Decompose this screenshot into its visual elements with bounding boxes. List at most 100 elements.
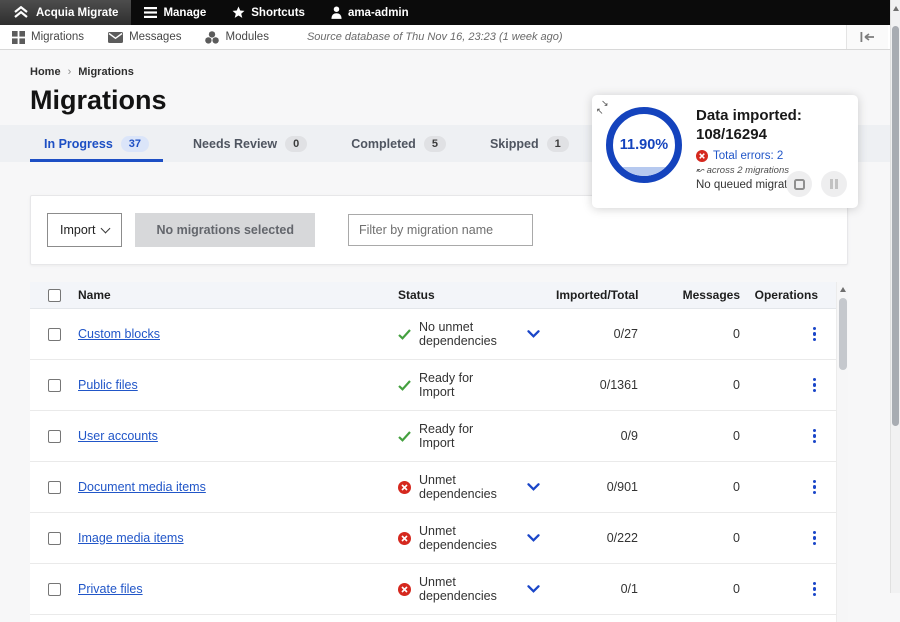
error-icon: [398, 583, 411, 596]
status-label: Ready for Import: [419, 422, 510, 450]
error-icon: [696, 150, 708, 162]
chevron-down-icon: [527, 330, 540, 338]
operations-kebab-button[interactable]: [811, 580, 819, 599]
row-checkbox[interactable]: [48, 379, 61, 392]
operations-kebab-button[interactable]: [811, 325, 819, 344]
row-checkbox[interactable]: [48, 481, 61, 494]
grid-icon: [12, 31, 25, 44]
scrollbar-thumb[interactable]: [892, 26, 899, 426]
toolbar-item-migrations[interactable]: Migrations: [0, 31, 96, 44]
expand-status-button[interactable]: [510, 330, 556, 338]
breadcrumb-home-link[interactable]: Home: [30, 66, 61, 78]
tab-needs-review[interactable]: Needs Review 0: [179, 125, 321, 162]
tab-label: In Progress: [44, 137, 113, 151]
page-scrollbar[interactable]: [890, 0, 900, 593]
collapse-card-icon[interactable]: ↘ ↖: [595, 97, 611, 115]
scroll-up-arrow-icon[interactable]: [893, 6, 899, 11]
topbar-item-user[interactable]: ama-admin: [318, 0, 422, 25]
table-row: Public files Ready for Import 0/1361 0: [30, 360, 836, 411]
breadcrumb: Home › Migrations: [0, 50, 890, 78]
progress-percent: 11.90%: [620, 137, 668, 153]
migration-link[interactable]: Document media items: [78, 480, 206, 494]
tab-count-badge: 5: [424, 136, 446, 152]
operations-kebab-button[interactable]: [811, 427, 819, 446]
expand-status-button[interactable]: [510, 585, 556, 593]
operations-kebab-button[interactable]: [811, 478, 819, 497]
collapse-toolbar-button[interactable]: [846, 25, 888, 49]
manage-label: Manage: [163, 7, 206, 19]
check-icon: [398, 329, 411, 340]
table-scrollbar[interactable]: [836, 282, 848, 622]
tab-in-progress[interactable]: In Progress 37: [30, 125, 163, 162]
tab-count-badge: 1: [547, 136, 569, 152]
data-imported-count: 108/16294: [696, 126, 809, 145]
stop-import-button[interactable]: [786, 171, 812, 197]
tab-count-badge: 0: [285, 136, 307, 152]
envelope-icon: [108, 32, 123, 43]
breadcrumb-separator: ›: [68, 66, 72, 78]
operations-kebab-button[interactable]: [811, 376, 819, 395]
total-errors-link[interactable]: Total errors: 2: [696, 150, 809, 162]
scroll-up-arrow-icon[interactable]: [840, 287, 846, 292]
migration-link[interactable]: Image media items: [78, 531, 184, 545]
select-all-checkbox[interactable]: [48, 289, 61, 302]
import-dropdown-button[interactable]: Import: [47, 213, 122, 247]
messages-count: 0: [646, 582, 748, 596]
scrollbar-thumb[interactable]: [839, 298, 847, 370]
toolbar-item-modules[interactable]: Modules: [193, 31, 280, 44]
expand-status-button[interactable]: [510, 483, 556, 491]
username-label: ama-admin: [348, 7, 409, 19]
row-checkbox[interactable]: [48, 328, 61, 341]
hamburger-icon: [144, 7, 157, 18]
import-label: Import: [60, 223, 95, 237]
row-checkbox[interactable]: [48, 583, 61, 596]
tab-completed[interactable]: Completed 5: [337, 125, 460, 162]
topbar-item-shortcuts[interactable]: Shortcuts: [219, 0, 318, 25]
migration-link[interactable]: Private files: [78, 582, 143, 596]
table-row: Custom blocks No unmet dependencies 0/27…: [30, 309, 836, 360]
toolbar-item-messages[interactable]: Messages: [96, 31, 193, 43]
progress-fill: [613, 167, 675, 176]
no-migrations-selected-button: No migrations selected: [135, 213, 315, 247]
modules-label: Modules: [225, 31, 268, 43]
row-checkbox[interactable]: [48, 430, 61, 443]
expand-status-button[interactable]: [510, 534, 556, 542]
table-row: Private files Unmet dependencies 0/1 0: [30, 564, 836, 615]
imported-total-value: 0/1361: [556, 378, 646, 392]
messages-label: Messages: [129, 31, 181, 43]
acquia-migrate-brand[interactable]: Acquia Migrate: [0, 0, 131, 25]
stop-icon: [794, 179, 805, 190]
chevron-down-icon: [527, 585, 540, 593]
tab-skipped[interactable]: Skipped 1: [476, 125, 583, 162]
messages-count: 0: [646, 531, 748, 545]
migration-link[interactable]: Custom blocks: [78, 327, 160, 341]
operations-kebab-button[interactable]: [811, 529, 819, 548]
brand-label: Acquia Migrate: [36, 7, 118, 19]
messages-count: 0: [646, 429, 748, 443]
column-header-messages: Messages: [646, 288, 748, 302]
migrations-label: Migrations: [31, 31, 84, 43]
module-toolbar: Migrations Messages Modules Source datab…: [0, 25, 890, 50]
check-icon: [398, 431, 411, 442]
data-imported-heading: Data imported: 108/16294: [696, 107, 809, 145]
row-checkbox[interactable]: [48, 532, 61, 545]
topbar-item-manage[interactable]: Manage: [131, 0, 219, 25]
admin-topbar: Acquia Migrate Manage Shortcuts ama-admi…: [0, 0, 890, 25]
migration-filter-input[interactable]: [348, 214, 533, 246]
pause-import-button[interactable]: [821, 171, 847, 197]
imported-total-value: 0/901: [556, 480, 646, 494]
tab-count-badge: 37: [121, 136, 149, 152]
migration-link[interactable]: Public files: [78, 378, 138, 392]
imported-total-value: 0/222: [556, 531, 646, 545]
column-header-status: Status: [398, 288, 510, 302]
tab-label: Needs Review: [193, 137, 277, 151]
import-progress-card: ↘ ↖ 11.90% Data imported: 108/16294 Tota…: [592, 95, 858, 208]
status-label: Unmet dependencies: [419, 524, 510, 552]
status-label: No unmet dependencies: [419, 320, 510, 348]
migration-link[interactable]: User accounts: [78, 429, 158, 443]
chevron-down-icon: [527, 483, 540, 491]
shortcuts-label: Shortcuts: [251, 7, 305, 19]
user-icon: [331, 6, 342, 19]
source-database-note: Source database of Thu Nov 16, 23:23 (1 …: [307, 31, 563, 43]
column-header-name: Name: [78, 288, 398, 302]
